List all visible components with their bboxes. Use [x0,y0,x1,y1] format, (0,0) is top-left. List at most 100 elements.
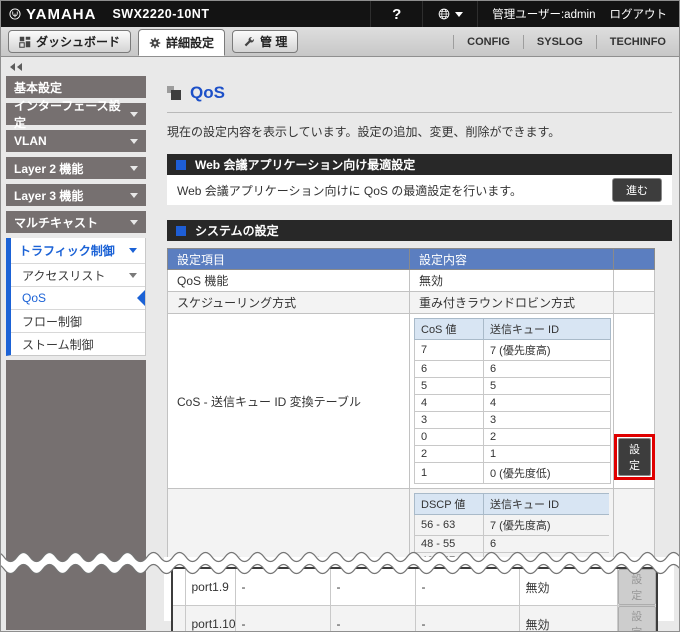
column-header-value: 設定内容 [409,248,614,270]
web-conference-body: Web 会議アプリケーション向けに QoS の最適設定を行います。 進む [167,175,672,205]
sidebar-item-label: アクセスリスト [22,268,106,283]
sidebar-item-traffic-control[interactable]: トラフィック制御 [11,238,145,263]
actions-cell [613,269,655,292]
chevron-down-icon [130,192,138,198]
techinfo-link[interactable]: TECHINFO [597,36,679,48]
table-row: 55 [414,377,611,395]
table-row: 21 [414,445,611,463]
sidebar-item-label: ストーム制御 [22,337,94,352]
table-row-port: port1.9 - - - 無効 設定 [171,567,658,606]
config-link[interactable]: CONFIG [454,36,523,48]
sidebar-item-layer3[interactable]: Layer 3 機能 [6,184,146,206]
queue-id: 4 [483,394,611,412]
sidebar-item-label: インターフェース設定 [14,99,121,130]
tab-bar: ダッシュボード 詳細設定 管 理 CONFIG SYSLOG TECHINFO [1,27,679,57]
sidebar-item-layer2[interactable]: Layer 2 機能 [6,157,146,179]
setting-label: CoS - 送信キュー ID 変換テーブル [167,313,410,489]
tab-management[interactable]: 管 理 [232,30,299,53]
chevron-down-icon [454,11,463,17]
table-row: 77 (優先度高) [414,339,611,361]
gear-icon [149,37,161,48]
queue-id: 2 [483,428,611,446]
divider [167,112,672,113]
cos-value: 4 [414,394,484,412]
cos-value: 5 [414,377,484,395]
sidebar-item-label: トラフィック制御 [19,244,115,258]
page-description: 現在の設定内容を表示しています。設定の追加、変更、削除ができます。 [167,125,561,139]
dscp-value: 56 - 63 [414,514,484,536]
wrench-icon [244,36,254,46]
cos-settings-button[interactable]: 設定 [618,438,651,476]
sidebar-menu: 基本設定 インターフェース設定 VLAN Layer 2 機能 Layer 3 … [6,76,146,631]
sidebar-item-qos[interactable]: QoS [11,286,145,309]
tab-detailed-settings-label: 詳細設定 [166,36,215,50]
cos-value: 6 [414,360,484,378]
setting-value: 無効 [409,269,614,292]
spacer-cell [171,605,186,631]
chevron-down-icon [129,272,137,278]
actions-cell: 設定 [616,567,658,606]
sidebar-item-access-list[interactable]: アクセスリスト [11,263,145,286]
cos-map-table: CoS 値 送信キュー ID 77 (優先度高) 66 55 44 33 02 … [414,318,611,484]
sidebar-filler [6,360,146,630]
queue-id: 7 (優先度高) [483,514,609,536]
table-row-qos-function: QoS 機能 無効 [167,269,655,292]
table-header-row: CoS 値 送信キュー ID [414,318,611,340]
help-icon: ? [392,5,402,23]
web-conference-text: Web 会議アプリケーション向けに QoS の最適設定を行います。 [177,183,523,198]
sidebar-item-label: QoS [22,291,47,305]
sidebar-item-interface-settings[interactable]: インターフェース設定 [6,99,146,130]
language-selector[interactable] [422,1,479,27]
port-settings-panel: port1.9 - - - 無効 設定 port1.10 - - - 無効 設定 [164,557,674,631]
spacer-cell [171,567,186,606]
queue-id: 7 (優先度高) [483,339,611,361]
device-model: SWX2220-10NT [112,7,210,21]
column-header-actions [613,248,655,270]
collapse-left-icon [17,63,22,71]
tab-management-label: 管 理 [260,35,288,49]
port-status: 無効 [518,605,618,631]
top-bar: YAMAHA SWX2220-10NT ? 管理ユーザー:admin ログアウト [1,1,679,27]
table-row-port: port1.10 - - - 無効 設定 [171,605,658,631]
page-title-icon [167,86,181,100]
table-header-row: 設定項目 設定内容 [167,248,655,270]
sidebar-item-basic-settings[interactable]: 基本設定 [6,76,146,98]
table-row: 56 - 63 7 (優先度高) [414,514,609,536]
help-button[interactable]: ? [370,1,422,27]
sidebar-item-multicast[interactable]: マルチキャスト [6,211,146,233]
column-header-dscp: DSCP 値 [414,493,484,515]
sidebar-item-label: Layer 2 機能 [14,161,84,176]
proceed-button[interactable]: 進む [612,178,662,202]
table-row-scheduling: スケジューリング方式 重み付きラウンドロビン方式 [167,291,655,314]
chevron-down-icon [130,138,138,144]
table-row: 66 [414,360,611,378]
port-name: port1.9 [184,567,236,606]
section-square-icon [176,225,186,236]
table-row: 48 - 55 6 [414,535,609,553]
sidebar-item-label: 基本設定 [14,80,63,95]
brand-logo: YAMAHA [1,6,96,23]
chevron-down-icon [130,219,138,225]
sidebar-item-label: VLAN [14,134,47,148]
port-value: - [234,567,331,606]
queue-id: 0 (優先度低) [483,462,611,484]
logout-button[interactable]: ログアウト [610,6,668,22]
sidebar-item-vlan[interactable]: VLAN [6,130,146,152]
sidebar-item-flow-control[interactable]: フロー制御 [11,309,145,332]
port-value: - [414,605,520,631]
port-value: - [329,605,416,631]
table-row: 44 [414,394,611,412]
sidebar-item-storm-control[interactable]: ストーム制御 [11,332,145,355]
cos-value: 0 [414,428,484,446]
port-settings-button-disabled: 設定 [617,569,656,605]
tab-dashboard[interactable]: ダッシュボード [8,30,132,53]
sidebar-collapse-button[interactable] [10,63,161,71]
tab-detailed-settings[interactable]: 詳細設定 [138,29,226,56]
chevron-down-icon [129,248,137,253]
cos-map-cell: CoS 値 送信キュー ID 77 (優先度高) 66 55 44 33 02 … [409,313,614,489]
port-settings-table: port1.9 - - - 無効 設定 port1.10 - - - 無効 設定 [171,567,658,631]
syslog-link[interactable]: SYSLOG [524,36,596,48]
system-settings-table: 設定項目 設定内容 QoS 機能 無効 スケジューリング方式 重み付きラウンドロ… [167,248,655,586]
cos-value: 2 [414,445,484,463]
sidebar-item-label: Layer 3 機能 [14,188,84,203]
